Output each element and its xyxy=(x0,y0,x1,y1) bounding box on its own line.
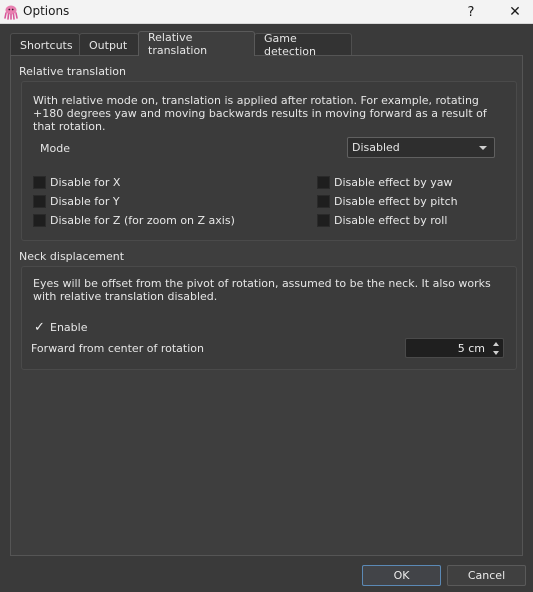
disable-y-checkbox[interactable]: Disable for Y xyxy=(33,195,120,208)
spin-up-icon[interactable] xyxy=(490,340,502,347)
checkbox-box[interactable] xyxy=(33,195,46,208)
neck-displacement-title: Neck displacement xyxy=(19,250,125,263)
spin-buttons xyxy=(490,340,502,356)
ok-button[interactable]: OK xyxy=(362,565,441,586)
disable-z-checkbox[interactable]: Disable for Z (for zoom on Z axis) xyxy=(33,214,235,227)
forward-distance-spinbox[interactable]: 5 cm xyxy=(405,338,504,358)
checkbox-label: Enable xyxy=(50,321,88,334)
checkbox-box[interactable] xyxy=(317,214,330,227)
mode-label: Mode xyxy=(40,142,70,155)
close-button[interactable]: ✕ xyxy=(495,0,533,24)
tab-game-detection[interactable]: Game detection xyxy=(254,32,352,58)
chevron-down-icon xyxy=(479,146,487,150)
title-bar: Options ? ✕ xyxy=(0,0,533,24)
checkbox-label: Disable effect by roll xyxy=(334,214,448,227)
relative-translation-title: Relative translation xyxy=(19,65,127,78)
checkbox-box[interactable] xyxy=(33,214,46,227)
checkbox-label: Disable effect by yaw xyxy=(334,176,453,189)
checkbox-box[interactable] xyxy=(317,176,330,189)
neck-displacement-description: Eyes will be offset from the pivot of ro… xyxy=(33,277,491,303)
tab-shortcuts[interactable]: Shortcuts xyxy=(10,33,80,56)
disable-x-checkbox[interactable]: Disable for X xyxy=(33,176,120,189)
help-button[interactable]: ? xyxy=(451,0,491,24)
checkbox-label: Disable for Y xyxy=(50,195,120,208)
checkbox-box[interactable] xyxy=(317,195,330,208)
tab-relative-translation[interactable]: Relative translation xyxy=(138,31,255,57)
checkbox-label: Disable effect by pitch xyxy=(334,195,458,208)
relative-translation-description: With relative mode on, translation is ap… xyxy=(33,94,487,133)
tab-output[interactable]: Output xyxy=(79,33,139,56)
checkmark-icon[interactable]: ✓ xyxy=(33,320,46,335)
disable-pitch-checkbox[interactable]: Disable effect by pitch xyxy=(317,195,458,208)
window-title: Options xyxy=(23,4,70,18)
tab-bar: Shortcuts Output Relative translation Ga… xyxy=(10,31,352,58)
cancel-button[interactable]: Cancel xyxy=(447,565,526,586)
mode-select[interactable]: Disabled xyxy=(347,137,495,158)
checkbox-box[interactable] xyxy=(33,176,46,189)
checkbox-label: Disable for Z (for zoom on Z axis) xyxy=(50,214,235,227)
spin-down-icon[interactable] xyxy=(490,349,502,356)
app-octopus-icon xyxy=(4,5,18,20)
disable-roll-checkbox[interactable]: Disable effect by roll xyxy=(317,214,447,227)
forward-distance-value[interactable]: 5 cm xyxy=(458,342,485,355)
mode-select-value: Disabled xyxy=(352,141,400,154)
disable-yaw-checkbox[interactable]: Disable effect by yaw xyxy=(317,176,453,189)
enable-neck-checkbox[interactable]: ✓ Enable xyxy=(33,320,88,335)
forward-label: Forward from center of rotation xyxy=(31,342,204,355)
checkbox-label: Disable for X xyxy=(50,176,121,189)
